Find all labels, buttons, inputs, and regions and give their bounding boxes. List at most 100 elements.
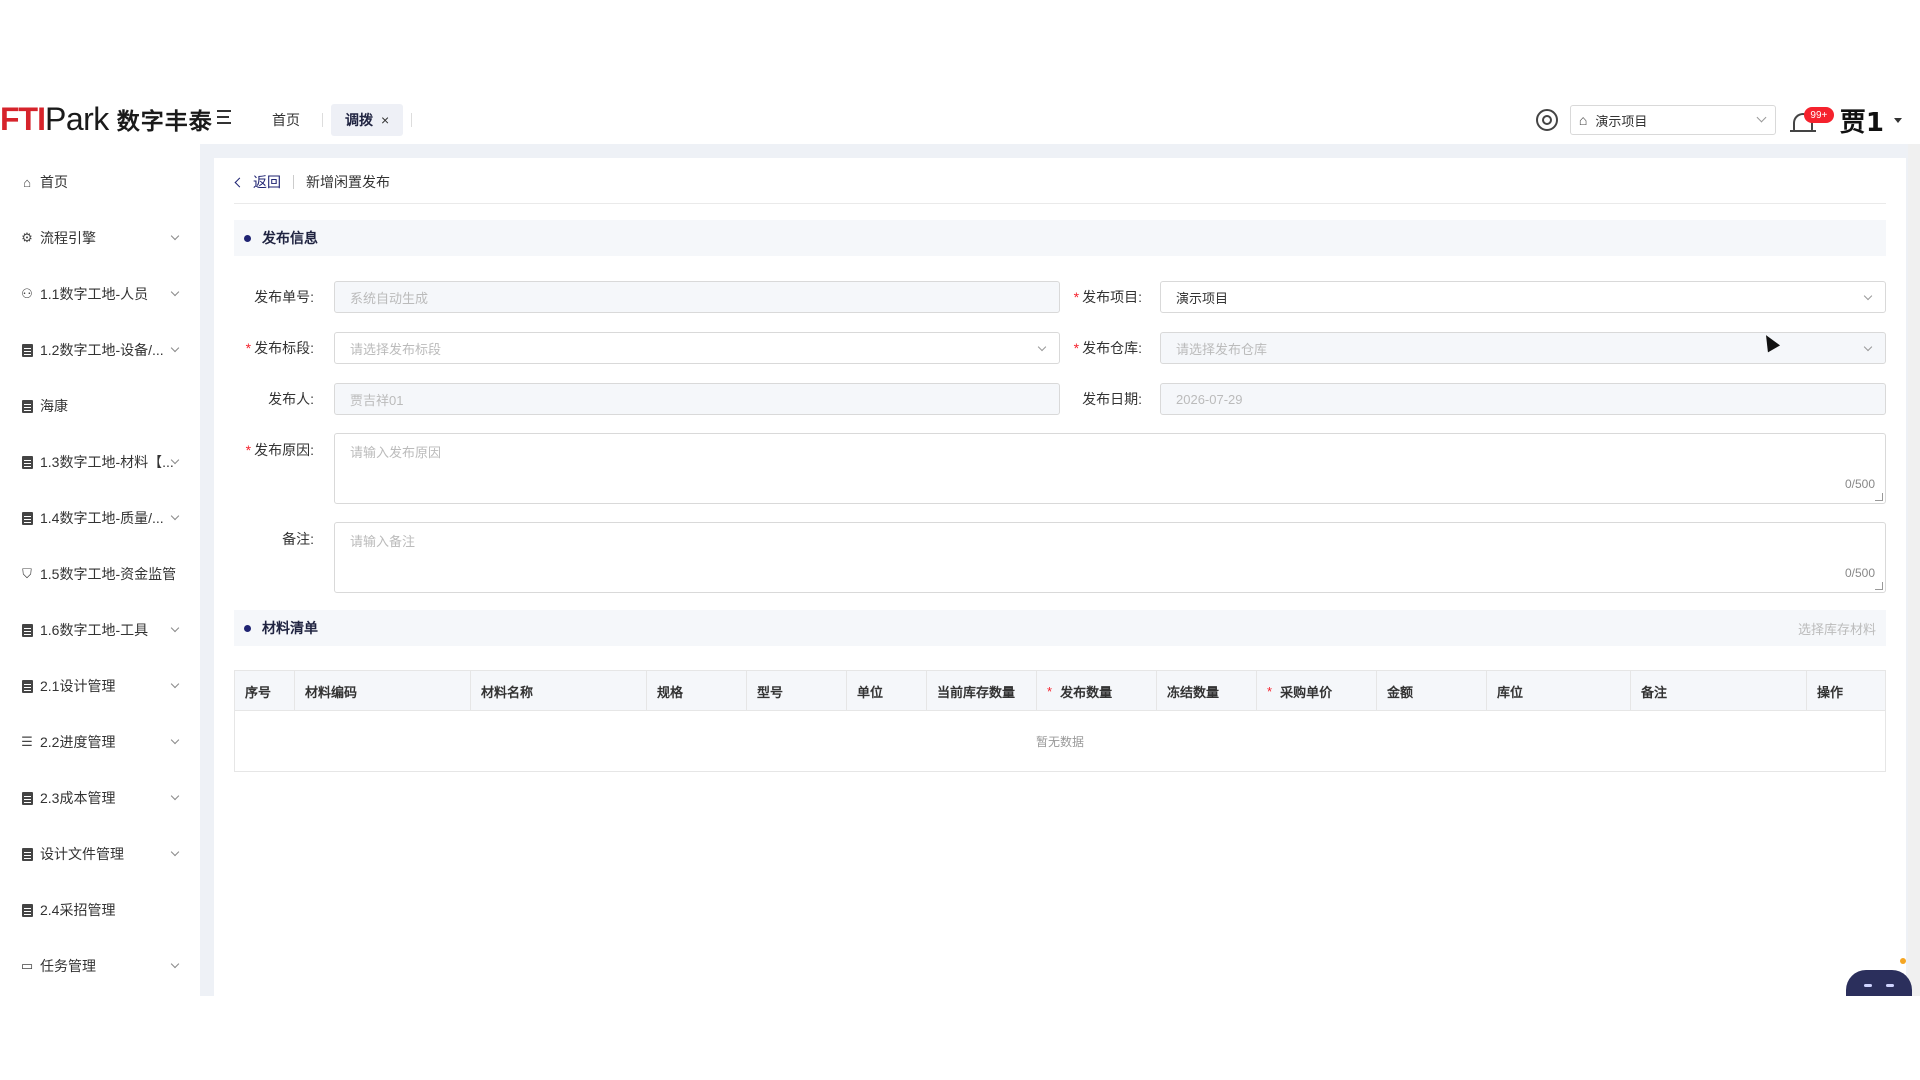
project-select-value: 演示项目 <box>1595 113 1648 129</box>
warehouse-select-field[interactable]: 请选择发布仓库 <box>1160 332 1886 364</box>
document-icon <box>20 791 34 805</box>
sidebar-item-label: 2.1设计管理 <box>40 678 116 694</box>
project-select[interactable]: ⌂ 演示项目 <box>1569 105 1776 135</box>
menu-toggle-icon[interactable] <box>217 110 235 128</box>
order-no-placeholder: 系统自动生成 <box>350 290 429 306</box>
required-mark: * <box>1047 683 1053 699</box>
column-header-label: 冻结数量 <box>1167 684 1220 700</box>
scrollbar[interactable] <box>1908 144 1920 996</box>
sidebar-item-home[interactable]: ⌂ 首页 <box>20 170 184 194</box>
sidebar-item-hikvision[interactable]: 海康 <box>20 394 184 418</box>
tab-home-label: 首页 <box>272 112 300 128</box>
remark-placeholder: 请输入备注 <box>350 534 416 549</box>
column-header: 规格 <box>647 671 747 711</box>
tab-transfer[interactable]: 调拨 × <box>331 104 404 136</box>
reason-textarea[interactable]: 请输入发布原因 0/500 <box>334 433 1886 504</box>
publisher-label: 发布人: <box>224 389 314 409</box>
table-header: 序号 材料编码 材料名称 规格 型号 单位 当前库存数量 * 发布数量 冻结数量 … <box>235 671 1885 711</box>
warehouse-label-text: 发布仓库: <box>1082 340 1142 356</box>
column-header-label: 规格 <box>657 684 684 700</box>
section-select-field[interactable]: 请选择发布标段 <box>334 332 1060 364</box>
publisher-field: 贾吉祥01 <box>334 383 1060 415</box>
sidebar-item-equipment[interactable]: 1.2数字工地-设备/... <box>20 338 184 362</box>
sidebar-item-label: 1.4数字工地-质量/... <box>40 510 164 526</box>
chevron-down-icon <box>1756 112 1767 123</box>
required-mark: * <box>245 340 252 356</box>
help-icon[interactable] <box>1535 109 1558 131</box>
chevron-down-icon <box>170 791 180 801</box>
project-select-field[interactable]: 演示项目 <box>1160 281 1886 313</box>
date-value: 2026-07-29 <box>1176 391 1243 407</box>
building-icon: ⌂ <box>1578 112 1588 128</box>
document-icon <box>20 455 34 469</box>
chevron-down-icon <box>170 623 180 633</box>
home-icon: ⌂ <box>23 174 31 190</box>
logo-mark: FTI <box>0 100 46 137</box>
remark-label-text: 备注: <box>282 531 314 547</box>
chevron-down-icon <box>170 343 180 353</box>
resize-handle-icon[interactable] <box>1875 582 1883 590</box>
sidebar-item-label: 2.3成本管理 <box>40 790 116 806</box>
sidebar-item-quality[interactable]: 1.4数字工地-质量/... <box>20 506 184 530</box>
bullet-icon <box>244 234 251 242</box>
page-title: 新增闲置发布 <box>306 174 390 190</box>
column-header-label: 单位 <box>857 684 884 700</box>
logo-text: 数字丰泰 <box>116 109 213 135</box>
sidebar-item-tools[interactable]: 1.6数字工地-工具 <box>20 618 184 642</box>
sidebar-item-label: 流程引擎 <box>40 230 96 246</box>
required-mark: * <box>245 442 252 458</box>
document-icon <box>20 343 34 357</box>
sidebar-item-label: 设计文件管理 <box>40 846 124 862</box>
column-header: 当前库存数量 <box>927 671 1037 711</box>
caret-down-icon[interactable] <box>1894 117 1902 123</box>
tab-divider <box>322 113 323 127</box>
workflow-icon: ⚙ <box>21 230 33 245</box>
chevron-down-icon <box>170 287 180 297</box>
chevron-down-icon <box>170 511 180 521</box>
chevron-down-icon <box>170 959 180 969</box>
back-button[interactable]: 返回 <box>234 172 281 192</box>
sidebar-item-design[interactable]: 2.1设计管理 <box>20 674 184 698</box>
bullet-icon <box>244 624 251 632</box>
publisher-label-text: 发布人: <box>268 391 314 407</box>
column-header: 冻结数量 <box>1157 671 1257 711</box>
column-header-label: 材料编码 <box>305 684 358 700</box>
sidebar-item-tasks[interactable]: ▭ 任务管理 <box>20 954 184 978</box>
close-icon[interactable]: × <box>381 112 389 128</box>
column-header: 金额 <box>1377 671 1487 711</box>
sidebar-item-design-files[interactable]: 设计文件管理 <box>20 842 184 866</box>
section-header-materials: 材料清单 选择库存材料 <box>234 610 1886 646</box>
warehouse-label: * 发布仓库: <box>1050 338 1142 358</box>
chevron-down-icon <box>1863 291 1873 301</box>
resize-handle-icon[interactable] <box>1875 493 1883 501</box>
sidebar-item-workflow[interactable]: ⚙ 流程引擎 <box>20 226 184 250</box>
column-header: 库位 <box>1487 671 1631 711</box>
remark-textarea[interactable]: 请输入备注 0/500 <box>334 522 1886 593</box>
sidebar-item-funds[interactable]: ⛉ 1.5数字工地-资金监管 <box>20 562 184 586</box>
sidebar-item-materials[interactable]: 1.3数字工地-材料【... <box>20 450 184 474</box>
logo: FTI Park 数字丰泰 <box>0 99 213 139</box>
column-header-label: 操作 <box>1817 684 1844 700</box>
section-header-info: 发布信息 <box>234 220 1886 256</box>
project-label: * 发布项目: <box>1050 287 1142 307</box>
warehouse-placeholder: 请选择发布仓库 <box>1176 341 1268 357</box>
sidebar-item-label: 2.4采招管理 <box>40 902 116 918</box>
section-label: * 发布标段: <box>224 338 314 358</box>
sidebar-item-label: 1.6数字工地-工具 <box>40 622 149 638</box>
sidebar-item-label: 首页 <box>40 174 68 190</box>
sidebar-item-cost[interactable]: 2.3成本管理 <box>20 786 184 810</box>
required-mark: * <box>1267 683 1273 699</box>
assistant-robot-icon[interactable] <box>1846 970 1912 996</box>
logo-park: Park <box>44 100 109 137</box>
tab-home[interactable]: 首页 <box>258 104 314 136</box>
bell-icon[interactable]: 99+ <box>1789 105 1834 135</box>
user-name[interactable]: 贾1 <box>1840 102 1884 139</box>
chevron-down-icon <box>1863 342 1873 352</box>
document-icon <box>20 903 34 917</box>
tab-transfer-label: 调拨 <box>345 112 373 128</box>
sidebar-item-procurement[interactable]: 2.4采招管理 <box>20 898 184 922</box>
select-stock-materials-button[interactable]: 选择库存材料 <box>1798 619 1876 638</box>
column-header-label: 当前库存数量 <box>937 684 1016 700</box>
sidebar-item-progress[interactable]: ☰ 2.2进度管理 <box>20 730 184 754</box>
sidebar-item-people[interactable]: ⚇ 1.1数字工地-人员 <box>20 282 184 306</box>
